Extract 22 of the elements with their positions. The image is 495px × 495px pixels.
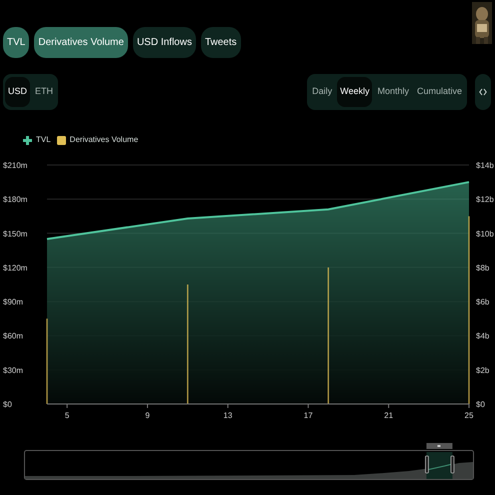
axis-label: $10b (476, 229, 494, 238)
axis-label: $30m (3, 366, 24, 375)
axis-label: $0 (3, 400, 12, 409)
axis-label: 17 (304, 411, 313, 420)
axis-label: 25 (464, 411, 474, 420)
axis-label: $8b (476, 263, 490, 272)
axis-label: $120m (3, 263, 28, 272)
axis-label: $150m (3, 229, 28, 238)
axis-label: $60m (3, 332, 24, 341)
axis-label: 13 (223, 411, 232, 420)
axis-label: $6b (476, 298, 490, 307)
axis-label: $180m (3, 195, 28, 204)
axis-label: 9 (145, 411, 150, 420)
axis-label: $14b (476, 161, 494, 170)
axis-label: $4b (476, 332, 490, 341)
axis-label: $210m (3, 161, 28, 170)
axis-label: $0 (476, 400, 485, 409)
axis-label: 5 (64, 411, 70, 420)
axis-label: $90m (3, 298, 24, 307)
axis-label: $2b (476, 366, 490, 375)
axis-label: 21 (384, 411, 394, 420)
axis-label: $12b (476, 195, 494, 204)
